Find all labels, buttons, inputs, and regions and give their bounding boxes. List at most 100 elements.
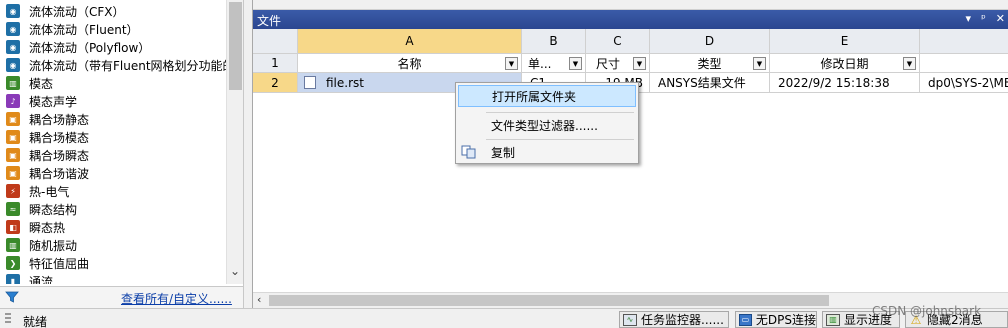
- toolbox-item-label: 流体流动（Polyflow）: [29, 40, 151, 55]
- dps-connection-button[interactable]: ▭ 无DPS连接: [735, 311, 817, 328]
- cfx-icon: ◉: [6, 4, 20, 18]
- close-icon[interactable]: ✕: [996, 12, 1005, 25]
- view-all-customize-link[interactable]: 查看所有/自定义......: [121, 290, 232, 307]
- toolbox-item-fluent-mesh[interactable]: ◉ 流体流动（带有Fluent网格划分功能的: [6, 56, 226, 74]
- toolbox-item-label: 模态: [29, 76, 54, 91]
- file-location-cell[interactable]: dp0\SYS-2\MECH: [920, 73, 1008, 93]
- menu-separator: [486, 139, 634, 140]
- toolbox-item-label: 通流: [29, 274, 54, 285]
- toolbox-item-cfx[interactable]: ◉ 流体流动（CFX）: [6, 2, 125, 20]
- menu-item-copy-label: 复制: [491, 145, 516, 160]
- coupled-static-icon: ▣: [6, 112, 20, 126]
- toolbox-panel: ◉ 流体流动（CFX） ◉ 流体流动（Fluent） ◉ 流体流动（Polyfl…: [0, 0, 244, 308]
- panel-menu-icon[interactable]: ▾: [966, 12, 972, 25]
- modal-icon: ▥: [6, 76, 20, 90]
- toolbox-item-label: 耦合场瞬态: [29, 148, 90, 163]
- file-date-cell[interactable]: 2022/9/2 15:18:38: [770, 73, 920, 93]
- polyflow-icon: ◉: [6, 40, 20, 54]
- eigenvalue-buckling-icon: ❯: [6, 256, 20, 270]
- toolbox-item-label: 耦合场模态: [29, 130, 90, 145]
- toolbox-item-coupled-static[interactable]: ▣ 耦合场静态: [6, 110, 89, 128]
- dps-connection-label: 无DPS连接: [755, 313, 816, 327]
- toolbox-item-throughflow[interactable]: ▮ 通流: [6, 272, 53, 284]
- header-size-label: 尺寸: [596, 56, 621, 71]
- status-text: 就绪: [23, 315, 48, 328]
- copy-icon: [461, 145, 477, 162]
- watermark: CSDN @johnsbark: [872, 304, 982, 318]
- throughflow-icon: ▮: [6, 274, 20, 284]
- toolbox-item-fluent[interactable]: ◉ 流体流动（Fluent）: [6, 20, 139, 38]
- coupled-harmonic-icon: ▣: [6, 166, 20, 180]
- context-menu: 打开所属文件夹 文件类型过滤器...... 复制: [455, 82, 639, 164]
- menu-item-file-type-filter[interactable]: 文件类型过滤器......: [458, 114, 636, 136]
- toolbox-item-label: 随机振动: [29, 238, 78, 253]
- column-letter-a[interactable]: A: [298, 29, 522, 54]
- header-size: 尺寸 ▼: [586, 54, 650, 73]
- screen-icon: ▭: [739, 313, 752, 326]
- row-number[interactable]: 1: [253, 54, 298, 73]
- filter-icon[interactable]: [5, 290, 19, 307]
- header-date-label: 修改日期: [820, 56, 869, 71]
- menu-item-open-containing-folder[interactable]: 打开所属文件夹: [458, 85, 636, 107]
- header-type: 类型 ▼: [650, 54, 770, 73]
- file-name: file.rst: [326, 75, 364, 90]
- header-unit: 单... ▼: [522, 54, 586, 73]
- toolbox-item-transient-thermal[interactable]: ◧ 瞬态热: [6, 218, 65, 236]
- modal-acoustics-icon: ♪: [6, 94, 20, 108]
- task-monitor-button[interactable]: ∿ 任务监控器......: [619, 311, 729, 328]
- toolbox-item-label: 流体流动（带有Fluent网格划分功能的: [29, 58, 226, 73]
- progress-icon: ▥: [826, 313, 840, 326]
- filter-dropdown-icon[interactable]: ▼: [569, 57, 582, 70]
- menu-item-copy[interactable]: 复制: [458, 141, 636, 163]
- toolbox-item-label: 瞬态热: [29, 220, 66, 235]
- toolbox-item-coupled-transient[interactable]: ▣ 耦合场瞬态: [6, 146, 89, 164]
- grip-icon: [5, 313, 11, 325]
- coupled-modal-icon: ▣: [6, 130, 20, 144]
- toolbox-item-transient-structural[interactable]: ≈ 瞬态结构: [6, 200, 77, 218]
- toolbox-item-label: 瞬态结构: [29, 202, 78, 217]
- column-letter-b[interactable]: B: [522, 29, 586, 54]
- file-icon: [304, 76, 316, 89]
- column-letter-e[interactable]: E: [770, 29, 920, 54]
- column-letter-d[interactable]: D: [650, 29, 770, 54]
- toolbox-item-coupled-harmonic[interactable]: ▣ 耦合场谐波: [6, 164, 89, 182]
- chevron-left-icon[interactable]: ‹: [257, 293, 261, 306]
- table-corner[interactable]: [253, 29, 298, 54]
- header-type-label: 类型: [697, 56, 722, 71]
- files-panel-titlebar: 文件 ▾ ᵖ ✕: [253, 10, 1008, 29]
- toolbox-scrollbar-thumb[interactable]: [229, 2, 242, 90]
- toolbox-scrollbar[interactable]: ⌄: [226, 0, 243, 284]
- coupled-transient-icon: ▣: [6, 148, 20, 162]
- task-monitor-label: 任务监控器......: [641, 313, 724, 327]
- toolbox-item-modal-acoustics[interactable]: ♪ 模态声学: [6, 92, 77, 110]
- chevron-down-icon[interactable]: ⌄: [230, 264, 240, 278]
- pin-icon[interactable]: ᵖ: [981, 12, 986, 25]
- transient-thermal-icon: ◧: [6, 220, 20, 234]
- filter-dropdown-icon[interactable]: ▼: [633, 57, 646, 70]
- monitor-icon: ∿: [623, 313, 637, 326]
- toolbox-item-thermal-electric[interactable]: ⚡ 热-电气: [6, 182, 69, 200]
- row-number[interactable]: 2: [253, 73, 298, 93]
- toolbox-item-eigenvalue-buckling[interactable]: ❯ 特征值屈曲: [6, 254, 89, 272]
- files-panel-title: 文件: [257, 14, 282, 28]
- random-vibration-icon: ▥: [6, 238, 20, 252]
- header-unit-label: 单...: [528, 56, 552, 71]
- filter-dropdown-icon[interactable]: ▼: [505, 57, 518, 70]
- column-letter-f[interactable]: [920, 29, 1008, 54]
- menu-separator: [486, 112, 634, 113]
- toolbox-item-label: 耦合场谐波: [29, 166, 90, 181]
- filter-dropdown-icon[interactable]: ▼: [903, 57, 916, 70]
- column-letter-c[interactable]: C: [586, 29, 650, 54]
- horizontal-scrollbar-thumb[interactable]: [269, 295, 829, 306]
- toolbox-item-label: 特征值屈曲: [29, 256, 90, 271]
- toolbox-item-modal[interactable]: ▥ 模态: [6, 74, 53, 92]
- filter-dropdown-icon[interactable]: ▼: [753, 57, 766, 70]
- file-type-cell[interactable]: ANSYS结果文件: [650, 73, 770, 93]
- toolbox-item-polyflow[interactable]: ◉ 流体流动（Polyflow）: [6, 38, 150, 56]
- header-location: [920, 54, 1008, 73]
- fluent-mesh-icon: ◉: [6, 58, 20, 72]
- toolbox-item-random-vibration[interactable]: ▥ 随机振动: [6, 236, 77, 254]
- toolbox-item-coupled-modal[interactable]: ▣ 耦合场模态: [6, 128, 89, 146]
- header-name-label: 名称: [397, 56, 422, 71]
- header-name: 名称 ▼: [298, 54, 522, 73]
